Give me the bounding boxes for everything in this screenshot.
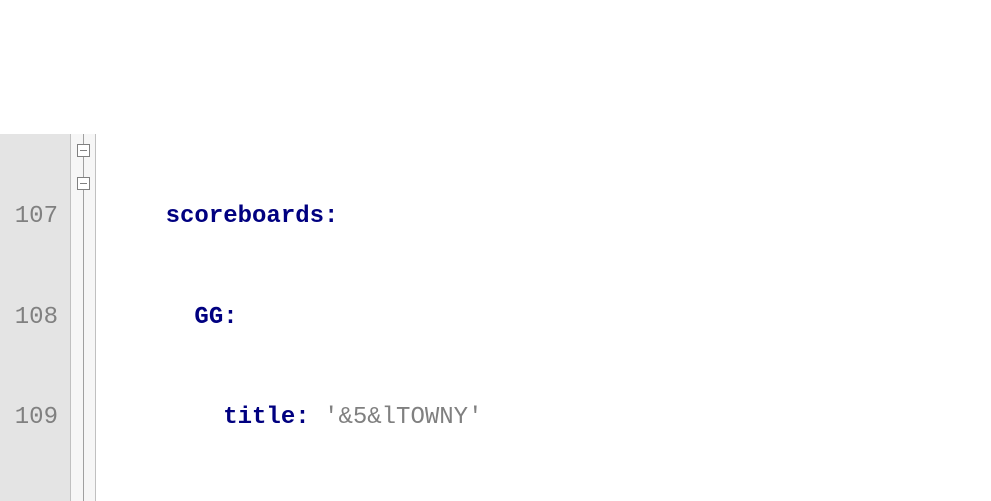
minus-icon — [77, 144, 90, 157]
fold-guide — [71, 468, 95, 501]
fold-gutter — [71, 134, 96, 501]
fold-guide — [71, 367, 95, 400]
fold-guide — [71, 434, 95, 467]
yaml-string: '&5&lTOWNY' — [324, 404, 482, 431]
fold-guide — [71, 334, 95, 367]
yaml-key: title — [223, 404, 295, 431]
code-line: GG: — [108, 301, 991, 334]
fold-guide — [71, 200, 95, 233]
fold-guide — [71, 267, 95, 300]
code-area[interactable]: scoreboards: GG: title: '&5&lTOWNY' line… — [96, 134, 991, 501]
fold-guide — [71, 234, 95, 267]
minus-icon — [77, 177, 90, 190]
fold-toggle[interactable] — [71, 134, 95, 167]
yaml-key: scoreboards — [166, 203, 324, 230]
code-line: scoreboards: — [108, 200, 991, 233]
fold-toggle[interactable] — [71, 167, 95, 200]
fold-guide — [71, 401, 95, 434]
line-number-gutter: 107 108 109 110 111 112 113 114 115 116 … — [0, 134, 71, 501]
line-number: 109 — [0, 401, 58, 434]
fold-guide — [71, 301, 95, 334]
code-line: title: '&5&lTOWNY' — [108, 401, 991, 434]
code-editor: 107 108 109 110 111 112 113 114 115 116 … — [0, 134, 991, 501]
line-number: 107 — [0, 200, 58, 233]
yaml-key: GG — [194, 304, 223, 331]
line-number: 108 — [0, 301, 58, 334]
